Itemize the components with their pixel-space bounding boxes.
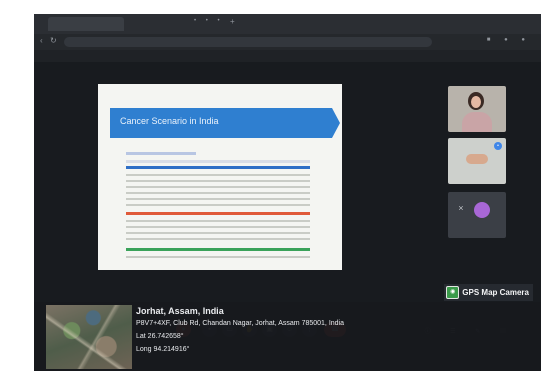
gps-location-panel: Jorhat, Assam, India P8V7+4XF, Club Rd, … [34,302,541,371]
gps-info: Jorhat, Assam, India P8V7+4XF, Club Rd, … [136,306,344,359]
participant-face [471,96,481,108]
slide-table [126,152,310,260]
table-row [126,248,310,251]
table-row [126,192,310,194]
mic-active-icon: • [494,142,502,150]
participant-tile[interactable] [448,86,506,132]
back-arrow-icon[interactable]: ‹ [40,36,43,45]
table-row [126,212,310,215]
slide-title: Cancer Scenario in India [120,116,219,126]
table-row [126,198,310,200]
gps-camera-logo-icon: ◉ [446,286,460,299]
browser-tab[interactable] [120,17,196,31]
shared-slide: Cancer Scenario in India [98,84,342,270]
table-row [126,180,310,182]
table-row [126,186,310,188]
browser-tab[interactable] [48,17,124,31]
table-row [126,166,310,169]
slide-title-banner: Cancer Scenario in India [110,108,340,138]
satellite-map-thumbnail [46,305,132,369]
location-city: Jorhat, Assam, India [136,306,224,316]
meeting-header [34,50,541,62]
gps-brand-text: GPS Map Camera [462,288,529,297]
reload-icon[interactable]: ↻ [50,36,57,45]
gps-map-camera-watermark: ◉ GPS Map Camera [444,284,533,301]
address-bar: ‹ ↻ ■ ● ● [34,34,541,50]
meeting-stage: Cancer Scenario in India • ⨯ [34,62,541,337]
table-row [126,174,310,176]
table-row [126,256,310,258]
participant-tile[interactable]: ⨯ [448,192,506,238]
table-row [126,204,310,206]
avatar [474,202,490,218]
photo-of-screen: • • • + ‹ ↻ ■ ● ● Cancer Scenario in Ind… [34,14,541,371]
table-row [126,160,310,163]
table-row [126,238,310,240]
latitude: Lat 26.742658° [136,333,184,340]
location-address: P8V7+4XF, Club Rd, Chandan Nagar, Jorhat… [136,320,344,327]
extension-icons[interactable]: ■ ● ● [487,37,531,43]
browser-tab-bar: • • • + [34,14,541,34]
url-field[interactable] [64,37,432,47]
table-row [126,220,310,222]
table-row [126,226,310,228]
muted-mic-icon: ⨯ [458,205,464,212]
participant-video [462,112,492,132]
table-row [126,232,310,234]
tab-overflow-icons: • • • [194,18,224,24]
participant-video [466,154,488,164]
longitude: Long 94.214916° [136,346,190,353]
participant-tile[interactable]: • [448,138,506,184]
new-tab-icon[interactable]: + [230,17,235,26]
table-header-row [126,152,196,155]
